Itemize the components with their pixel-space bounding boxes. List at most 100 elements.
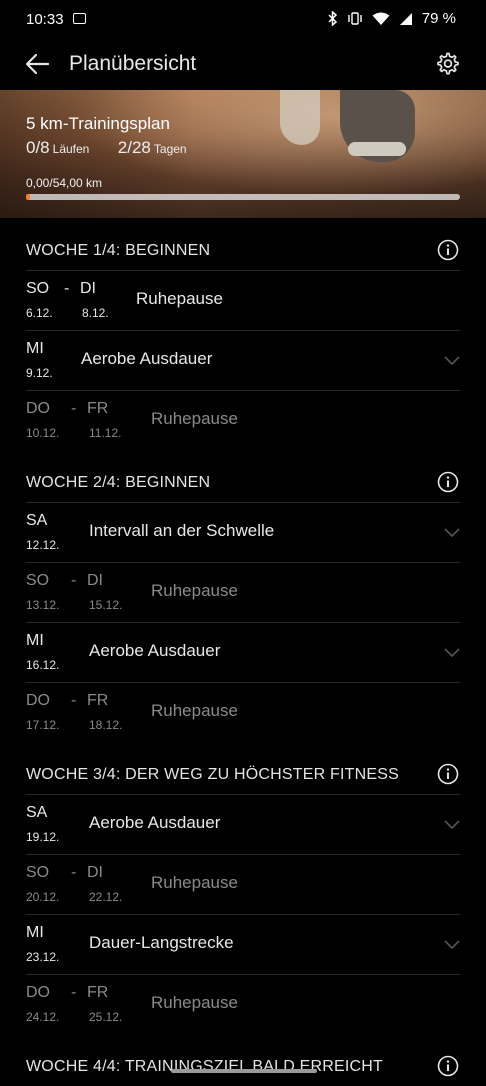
end-day-label: DI [87,572,103,589]
day-label: DO [26,984,50,1001]
week-header: WOCHE 4/4: TRAININGSZIEL BALD ERREICHT [0,1034,486,1086]
chevron-down-icon[interactable] [444,937,460,950]
activity-label: Ruhepause [151,409,238,428]
plan-day-row: SO 13.12. - DI 15.12. Ruhepause [26,562,460,622]
day-label: SO [26,572,50,589]
chevron-down-icon[interactable] [444,645,460,658]
end-date-label: 8.12. [82,306,109,320]
week-title: WOCHE 1/4: BEGINNEN [26,242,211,259]
day-label: SA [26,512,48,529]
info-icon[interactable] [437,239,459,261]
end-day-label: DI [87,864,103,881]
activity-label: Aerobe Ausdauer [89,641,221,660]
date-label: 13.12. [26,598,60,612]
gear-icon[interactable] [434,51,460,77]
info-icon[interactable] [437,471,459,493]
end-day-label: FR [87,984,109,1001]
plan-day-row[interactable]: MI 9.12. Aerobe Ausdauer [26,330,460,390]
plan-day-row[interactable]: SA 19.12. Aerobe Ausdauer [26,794,460,854]
week-header: WOCHE 2/4: BEGINNEN [0,450,486,502]
end-date-label: 11.12. [89,426,122,440]
date-label: 9.12. [26,366,53,380]
activity-label: Ruhepause [151,993,238,1012]
plan-day-row[interactable]: MI 16.12. Aerobe Ausdauer [26,622,460,682]
end-day-label: FR [87,692,109,709]
plan-title: 5 km-Trainingsplan [26,114,170,133]
activity-label: Aerobe Ausdauer [81,349,213,368]
week-list: WOCHE 1/4: BEGINNEN SO 6.12. - DI 8.12. Ruhepa… [0,218,486,1086]
end-day-label: DI [80,280,96,297]
bluetooth-icon [328,11,338,26]
end-date-label: 22.12. [89,890,123,904]
range-dash: - [71,572,77,589]
week-title: WOCHE 2/4: BEGINNEN [26,474,211,491]
status-time: 10:33 [26,11,64,28]
range-dash: - [71,984,77,1001]
battery-percent: 79 % [421,10,456,27]
plan-day-row: DO 24.12. - FR 25.12. Ruhepause [26,974,460,1034]
range-dash: - [71,400,77,417]
week-title: WOCHE 3/4: DER WEG ZU HÖCHSTER FITNESS [26,766,399,783]
plan-day-row: DO 10.12. - FR 11.12. Ruhepause [26,390,460,450]
info-icon[interactable] [437,1055,459,1077]
activity-label: Intervall an der Schwelle [89,521,275,540]
plan-day-row: DO 17.12. - FR 18.12. Ruhepause [26,682,460,742]
end-date-label: 15.12. [89,598,123,612]
status-icons: 79 % [328,10,456,27]
date-label: 12.12. [26,538,60,552]
date-label: 24.12. [26,1010,60,1024]
vibrate-icon [347,11,363,26]
week-header: WOCHE 1/4: BEGINNEN [0,218,486,270]
app-bar: Planübersicht [0,40,486,88]
end-date-label: 18.12. [89,718,123,732]
end-day-label: FR [87,400,109,417]
arrow-left-icon[interactable] [22,50,54,78]
range-dash: - [71,692,77,709]
activity-label: Aerobe Ausdauer [89,813,221,832]
date-label: 17.12. [26,718,60,732]
plan-day-row[interactable]: SA 12.12. Intervall an der Schwelle [26,502,460,562]
date-label: 20.12. [26,890,60,904]
week-header: WOCHE 3/4: DER WEG ZU HÖCHSTER FITNESS [0,742,486,794]
chevron-down-icon[interactable] [444,353,460,366]
status-bar: 10:33 79 % [0,0,486,40]
page-title: Planübersicht [69,52,197,75]
plan-day-row[interactable]: MI 23.12. Dauer-Langstrecke [26,914,460,974]
distance-progress-bar [26,194,460,200]
day-label: SO [26,280,50,297]
date-label: 10.12. [26,426,60,440]
day-label: SO [26,864,50,881]
day-label: MI [26,632,44,649]
chevron-down-icon[interactable] [444,817,460,830]
banner-shoe-right [340,90,415,162]
distance-progress-fill [26,194,31,200]
info-icon[interactable] [437,763,459,785]
image-notification-icon [73,13,86,24]
activity-label: Dauer-Langstrecke [89,933,234,952]
range-dash: - [71,864,77,881]
week-title: WOCHE 4/4: TRAININGSZIEL BALD ERREICHT [26,1058,383,1075]
gesture-nav-bar[interactable] [171,1069,317,1073]
days-value: 2/28 [117,138,151,157]
runs-value: 0/8 [26,138,50,157]
runs-label: Läufen [52,142,90,156]
activity-label: Ruhepause [151,581,238,600]
banner-shoe-left [280,90,320,145]
day-label: MI [26,340,44,357]
day-label: DO [26,692,50,709]
date-label: 6.12. [26,306,53,320]
plan-day-row: SO 6.12. - DI 8.12. Ruhepause [26,270,460,330]
range-dash: - [64,280,70,297]
activity-label: Ruhepause [136,289,223,308]
day-label: MI [26,924,44,941]
date-label: 23.12. [26,950,60,964]
day-label: SA [26,804,48,821]
days-label: Tagen [153,142,187,156]
cellular-signal-icon [399,12,413,26]
chevron-down-icon[interactable] [444,525,460,538]
day-label: DO [26,400,50,417]
plan-stats: 0/8 Läufen 2/28 Tagen [26,138,187,158]
activity-label: Ruhepause [151,873,238,892]
plan-banner: 5 km-Trainingsplan 0/8 Läufen 2/28 Tagen 0… [0,90,486,218]
end-date-label: 25.12. [89,1010,123,1024]
